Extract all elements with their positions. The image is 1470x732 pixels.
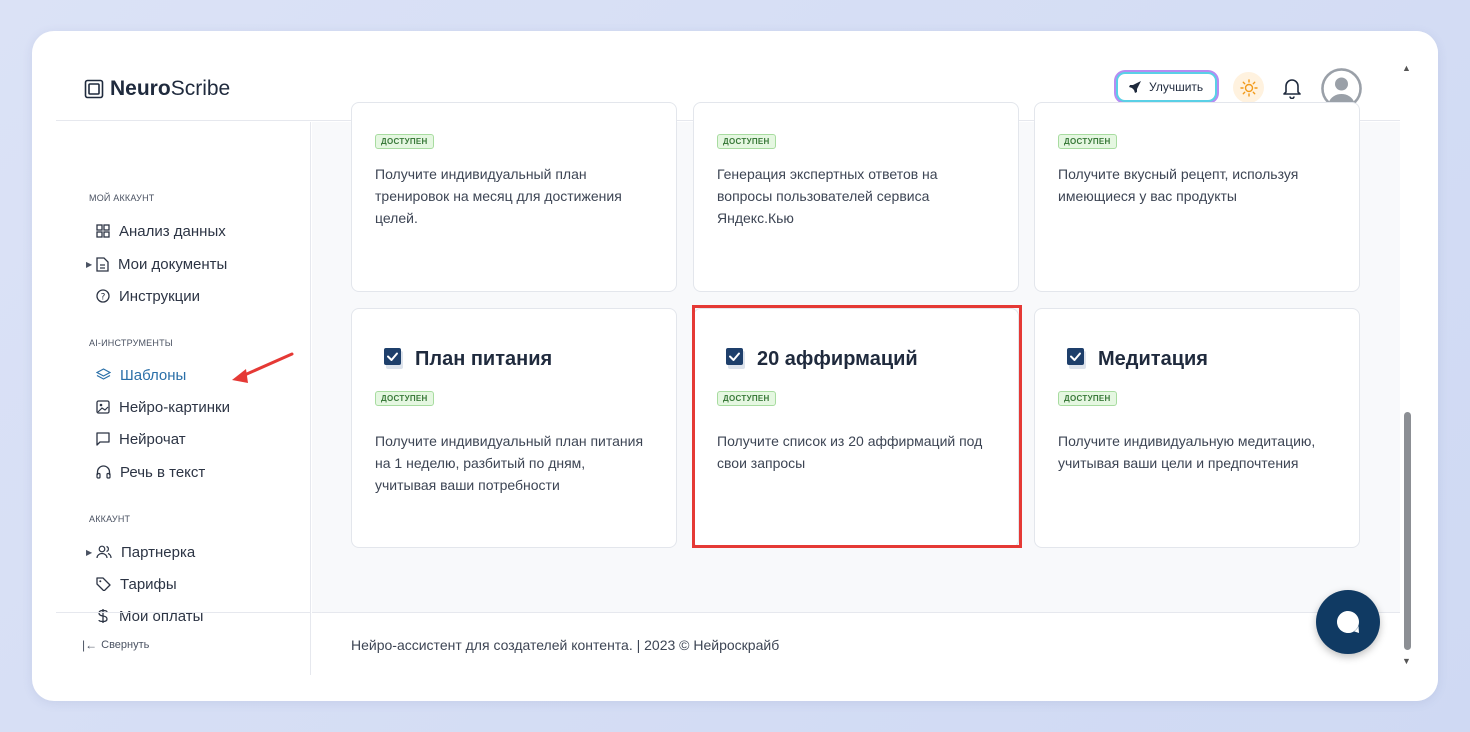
card-description: Получите список из 20 аффирмаций под сво… xyxy=(717,433,983,471)
sidebar-item-my-documents[interactable]: ▶ Мои документы xyxy=(86,252,228,276)
sidebar-item-label: Мои документы xyxy=(118,255,228,273)
section-title-ai-tools: AI-ИНСТРУМЕНТЫ xyxy=(89,338,173,348)
upgrade-label: Улучшить xyxy=(1149,80,1204,94)
sidebar-item-neurochat[interactable]: Нейрочат xyxy=(96,427,186,451)
status-badge: ДОСТУПЕН xyxy=(375,134,434,149)
sidebar-item-label: Инструкции xyxy=(119,287,201,305)
template-card[interactable]: ДОСТУПЕН Получите индивидуальный план тр… xyxy=(351,102,677,292)
sidebar-item-label: Нейрочат xyxy=(119,430,186,448)
section-title-my-account: МОЙ АККАУНТ xyxy=(89,193,155,203)
expand-caret-icon[interactable]: ▶ xyxy=(86,548,92,557)
brand-logo[interactable]: Neuro Scribe xyxy=(84,77,230,101)
collapse-label: Свернуть xyxy=(101,639,150,651)
users-icon xyxy=(96,545,112,559)
template-card[interactable]: ДОСТУПЕН Получите вкусный рецепт, исполь… xyxy=(1034,102,1360,292)
page-footer: Нейро-ассистент для создателей контента.… xyxy=(312,612,1400,675)
tag-icon xyxy=(96,577,111,591)
brand-name-bold: Neuro xyxy=(110,77,171,100)
template-card-affirmations[interactable]: 20 аффирмаций ДОСТУПЕН Получите список и… xyxy=(693,308,1019,548)
status-badge: ДОСТУПЕН xyxy=(717,391,776,406)
image-icon xyxy=(96,400,110,414)
card-title-text: План питания xyxy=(415,347,553,370)
upgrade-button[interactable]: Улучшить xyxy=(1116,72,1218,102)
chat-bubble-icon xyxy=(1337,611,1359,633)
notifications-button[interactable] xyxy=(1282,77,1302,104)
scrollbar-thumb[interactable] xyxy=(1404,412,1411,650)
sidebar-item-neuro-images[interactable]: Нейро-картинки xyxy=(96,395,230,419)
card-description: Генерация экспертных ответов на вопросы … xyxy=(717,166,938,226)
scroll-down-arrow-icon[interactable]: ▼ xyxy=(1402,656,1411,666)
sidebar-item-label: Партнерка xyxy=(121,543,196,561)
scroll-up-arrow-icon[interactable]: ▲ xyxy=(1402,63,1411,73)
templates-grid: ДОСТУПЕН Получите индивидуальный план тр… xyxy=(312,102,1400,612)
sidebar-item-speech-to-text[interactable]: Речь в текст xyxy=(96,460,205,484)
card-title-text: 20 аффирмаций xyxy=(757,347,918,370)
section-title-account: АККАУНТ xyxy=(89,514,131,524)
app-window: Neuro Scribe Улучшить МОЙ АККАУНТ Анализ… xyxy=(32,31,1438,701)
chat-widget-button[interactable] xyxy=(1316,590,1380,654)
footer-text: Нейро-ассистент для создателей контента.… xyxy=(351,637,780,653)
template-card-meal-plan[interactable]: План питания ДОСТУПЕН Получите индивидуа… xyxy=(351,308,677,548)
document-icon xyxy=(96,256,109,272)
layers-icon xyxy=(96,368,111,380)
sidebar-item-instructions[interactable]: ? Инструкции xyxy=(96,284,200,308)
collapse-arrow-icon: |← xyxy=(82,638,98,652)
status-badge: ДОСТУПЕН xyxy=(375,391,434,406)
brand-name-regular: Scribe xyxy=(170,77,231,100)
sidebar-item-label: Анализ данных xyxy=(119,222,226,240)
card-title: Медитация xyxy=(1066,347,1208,371)
checkbox-icon xyxy=(1067,348,1086,369)
checkbox-icon xyxy=(726,348,745,369)
sun-icon xyxy=(1239,78,1258,97)
sidebar-item-label: Тарифы xyxy=(120,575,177,593)
annotation-arrow-icon xyxy=(232,352,294,383)
sidebar-item-label: Шаблоны xyxy=(120,366,187,384)
template-card[interactable]: ДОСТУПЕН Генерация экспертных ответов на… xyxy=(693,102,1019,292)
expand-caret-icon[interactable]: ▶ xyxy=(86,260,92,269)
sidebar-item-data-analysis[interactable]: Анализ данных xyxy=(96,219,226,243)
status-badge: ДОСТУПЕН xyxy=(1058,391,1117,406)
sidebar-item-tariffs[interactable]: Тарифы xyxy=(96,572,177,596)
status-badge: ДОСТУПЕН xyxy=(1058,134,1117,149)
card-description: Получите индивидуальный план питания на … xyxy=(375,433,644,493)
card-description: Получите индивидуальный план тренировок … xyxy=(375,166,622,226)
help-circle-icon: ? xyxy=(96,289,110,303)
checkbox-icon xyxy=(384,348,403,369)
status-badge: ДОСТУПЕН xyxy=(717,134,776,149)
card-title: План питания xyxy=(383,347,552,371)
template-card-meditation[interactable]: Медитация ДОСТУПЕН Получите индивидуальн… xyxy=(1034,308,1360,548)
sidebar: МОЙ АККАУНТ Анализ данных ▶ Мои документ… xyxy=(56,122,311,675)
theme-toggle[interactable] xyxy=(1233,72,1264,103)
card-description: Получите индивидуальную медитацию, учиты… xyxy=(1058,433,1316,471)
sidebar-item-label: Речь в текст xyxy=(120,463,206,481)
collapse-button[interactable]: |← Свернуть xyxy=(82,638,149,652)
rocket-icon xyxy=(1129,81,1141,93)
sidebar-item-templates[interactable]: Шаблоны xyxy=(96,363,186,387)
chat-bubble-icon xyxy=(96,432,110,446)
logo-icon xyxy=(84,79,104,99)
grid-icon xyxy=(96,224,110,238)
svg-text:?: ? xyxy=(101,293,106,303)
bell-icon xyxy=(1283,79,1301,100)
card-description: Получите вкусный рецепт, используя имеющ… xyxy=(1058,166,1299,204)
card-title-text: Медитация xyxy=(1098,347,1208,370)
sidebar-footer: |← Свернуть xyxy=(56,612,311,675)
sidebar-item-partner[interactable]: ▶ Партнерка xyxy=(86,540,196,564)
sidebar-item-label: Нейро-картинки xyxy=(119,398,230,416)
headphones-icon xyxy=(96,465,111,479)
card-title: 20 аффирмаций xyxy=(725,347,918,371)
